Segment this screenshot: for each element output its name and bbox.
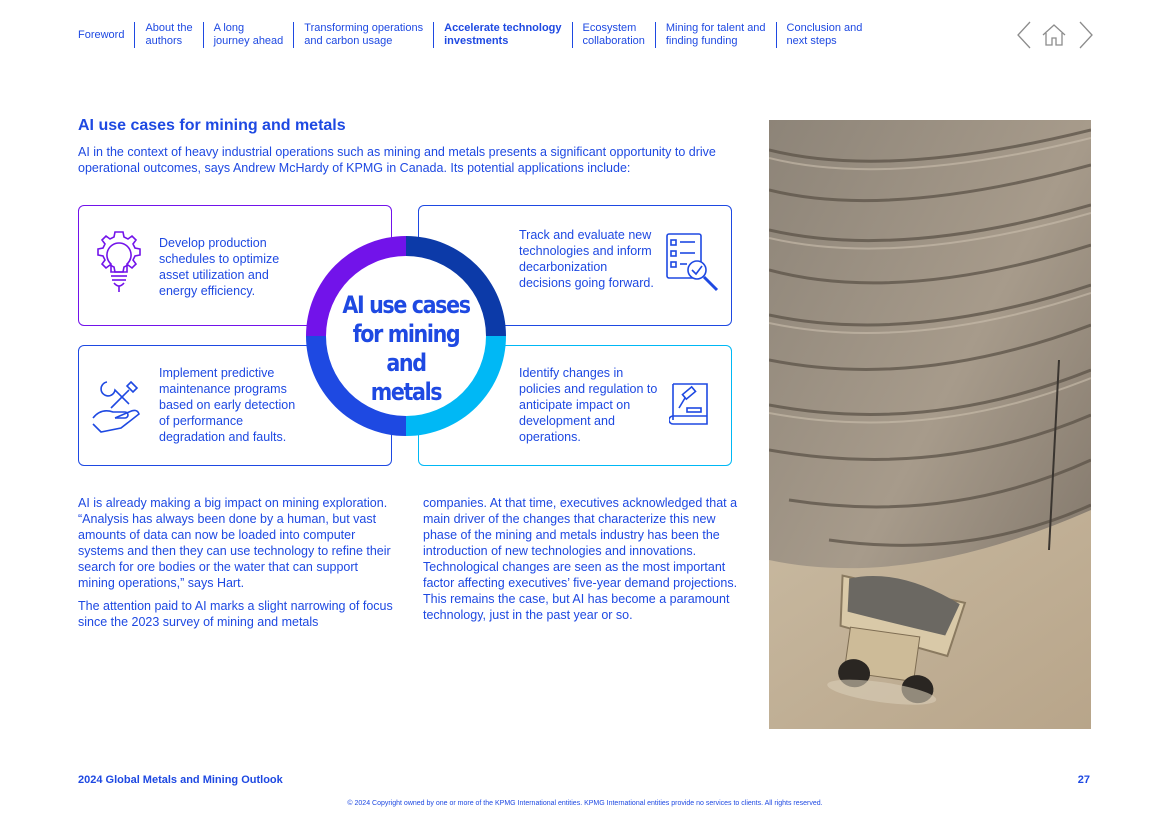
use-case-text-production: Develop production schedules to optimize… <box>159 236 280 298</box>
nav-item-about-authors[interactable]: About the authors <box>134 22 202 48</box>
page-number: 27 <box>1077 774 1090 786</box>
hand-tools-icon <box>89 374 149 444</box>
body-column-right: companies. At that time, executives ackn… <box>423 495 745 630</box>
page-nav-controls <box>1014 20 1094 50</box>
body-paragraph: The attention paid to AI marks a slight … <box>78 599 393 629</box>
nav-item-ecosystem[interactable]: Ecosystem collaboration <box>571 22 655 48</box>
footer-publication-title: 2024 Global Metals and Mining Outlook <box>78 774 283 786</box>
section-heading: AI use cases for mining and metals <box>78 117 346 134</box>
center-title-line: for mining and <box>352 320 461 377</box>
nav-item-accelerate-technology[interactable]: Accelerate technology investments <box>433 22 571 48</box>
body-paragraph: AI is already making a big impact on min… <box>78 496 391 590</box>
nav-item-long-journey[interactable]: A long journey ahead <box>202 22 294 48</box>
center-title-line: AI use cases <box>342 291 471 319</box>
top-nav: Foreword About the authors A long journe… <box>78 22 872 48</box>
law-book-icon <box>668 380 729 450</box>
chevron-left-icon[interactable] <box>1014 20 1040 50</box>
diagram-center-title: AI use cases for mining and metals <box>330 291 481 407</box>
body-paragraph: companies. At that time, executives ackn… <box>423 496 738 622</box>
mine-truck-photo <box>769 120 1091 729</box>
use-case-text-policy: Identify changes in policies and regulat… <box>519 366 658 444</box>
chevron-right-icon[interactable] <box>1070 20 1096 50</box>
checklist-magnifier-icon <box>665 230 725 300</box>
nav-item-foreword[interactable]: Foreword <box>78 22 134 48</box>
use-case-text-technology: Track and evaluate new technologies and … <box>519 228 654 290</box>
nav-item-conclusion[interactable]: Conclusion and next steps <box>775 22 873 48</box>
body-column-left: AI is already making a big impact on min… <box>78 495 396 637</box>
home-icon[interactable] <box>1041 20 1067 50</box>
center-title-line: metals <box>370 378 443 406</box>
copyright-notice: © 2024 Copyright owned by one or more of… <box>347 800 823 807</box>
nav-item-mining-talent[interactable]: Mining for talent and finding funding <box>654 22 776 48</box>
intro-paragraph: AI in the context of heavy industrial op… <box>78 145 716 175</box>
nav-item-transforming-operations[interactable]: Transforming operations and carbon usage <box>293 22 433 48</box>
lightbulb-gear-icon <box>89 228 149 298</box>
use-case-text-maintenance: Implement predictive maintenance program… <box>159 366 296 444</box>
